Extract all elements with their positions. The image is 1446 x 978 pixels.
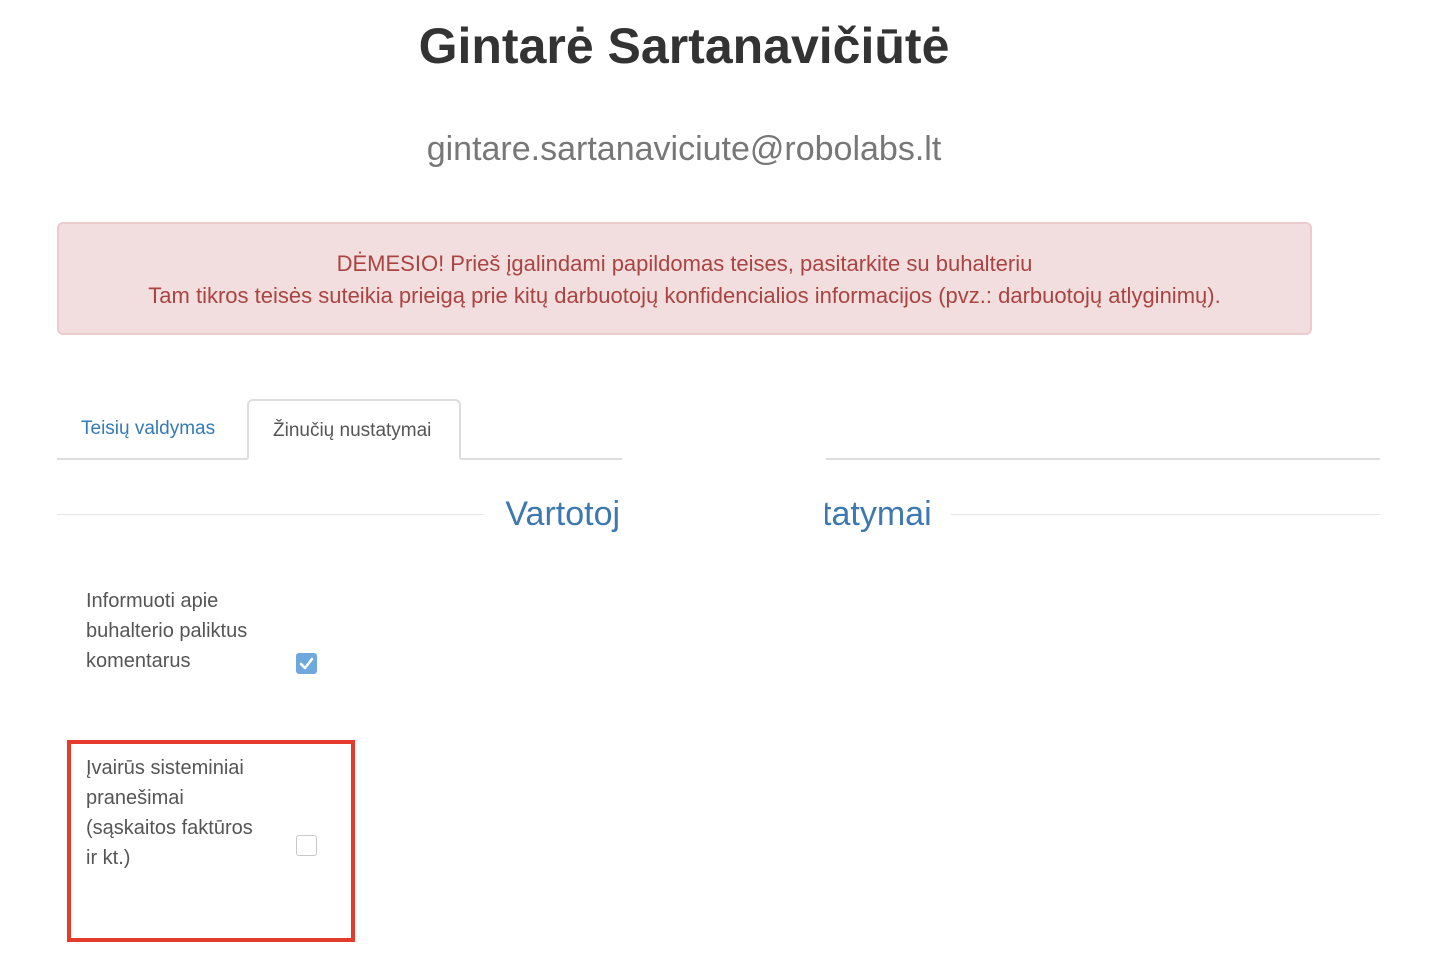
setting-row-comments: Informuoti apie buhalterio paliktus kome… bbox=[70, 586, 350, 738]
user-name: Gintarė Sartanavičiūtė bbox=[418, 18, 950, 74]
checkmark-icon bbox=[299, 657, 314, 670]
alert-line-2: Tam tikros teisės suteikia prieigą prie … bbox=[148, 283, 1221, 308]
checkbox-comments[interactable] bbox=[296, 653, 317, 674]
checkbox-system-messages[interactable] bbox=[296, 835, 317, 856]
setting-row-system-messages: Įvairūs sisteminiai pranešimai (sąskaito… bbox=[70, 753, 350, 935]
alert-line-1: DĖMESIO! Prieš įgalindami papildomas tei… bbox=[336, 251, 1033, 276]
tab-message-settings[interactable]: Žinučių nustatymai bbox=[247, 399, 461, 460]
tabs-divider-right bbox=[826, 458, 1380, 460]
cropped-region bbox=[622, 456, 825, 544]
user-settings-page: Gintarė Sartanavičiūtė gintare.sartanavi… bbox=[0, 0, 1446, 978]
setting-label-system-messages: Įvairūs sisteminiai pranešimai (sąskaito… bbox=[86, 757, 253, 869]
user-email: gintare.sartanaviciute@robolabs.lt bbox=[426, 130, 942, 168]
settings-tabs: Teisių valdymas Žinučių nustatymai bbox=[57, 399, 1380, 460]
warning-alert: DĖMESIO! Prieš įgalindami papildomas tei… bbox=[57, 222, 1312, 335]
setting-label-comments: Informuoti apie buhalterio paliktus kome… bbox=[86, 590, 248, 672]
section-title-left: Vartotoj bbox=[489, 495, 637, 533]
tab-rights-management[interactable]: Teisių valdymas bbox=[57, 399, 239, 460]
section-title-right: tatymai bbox=[806, 495, 948, 533]
